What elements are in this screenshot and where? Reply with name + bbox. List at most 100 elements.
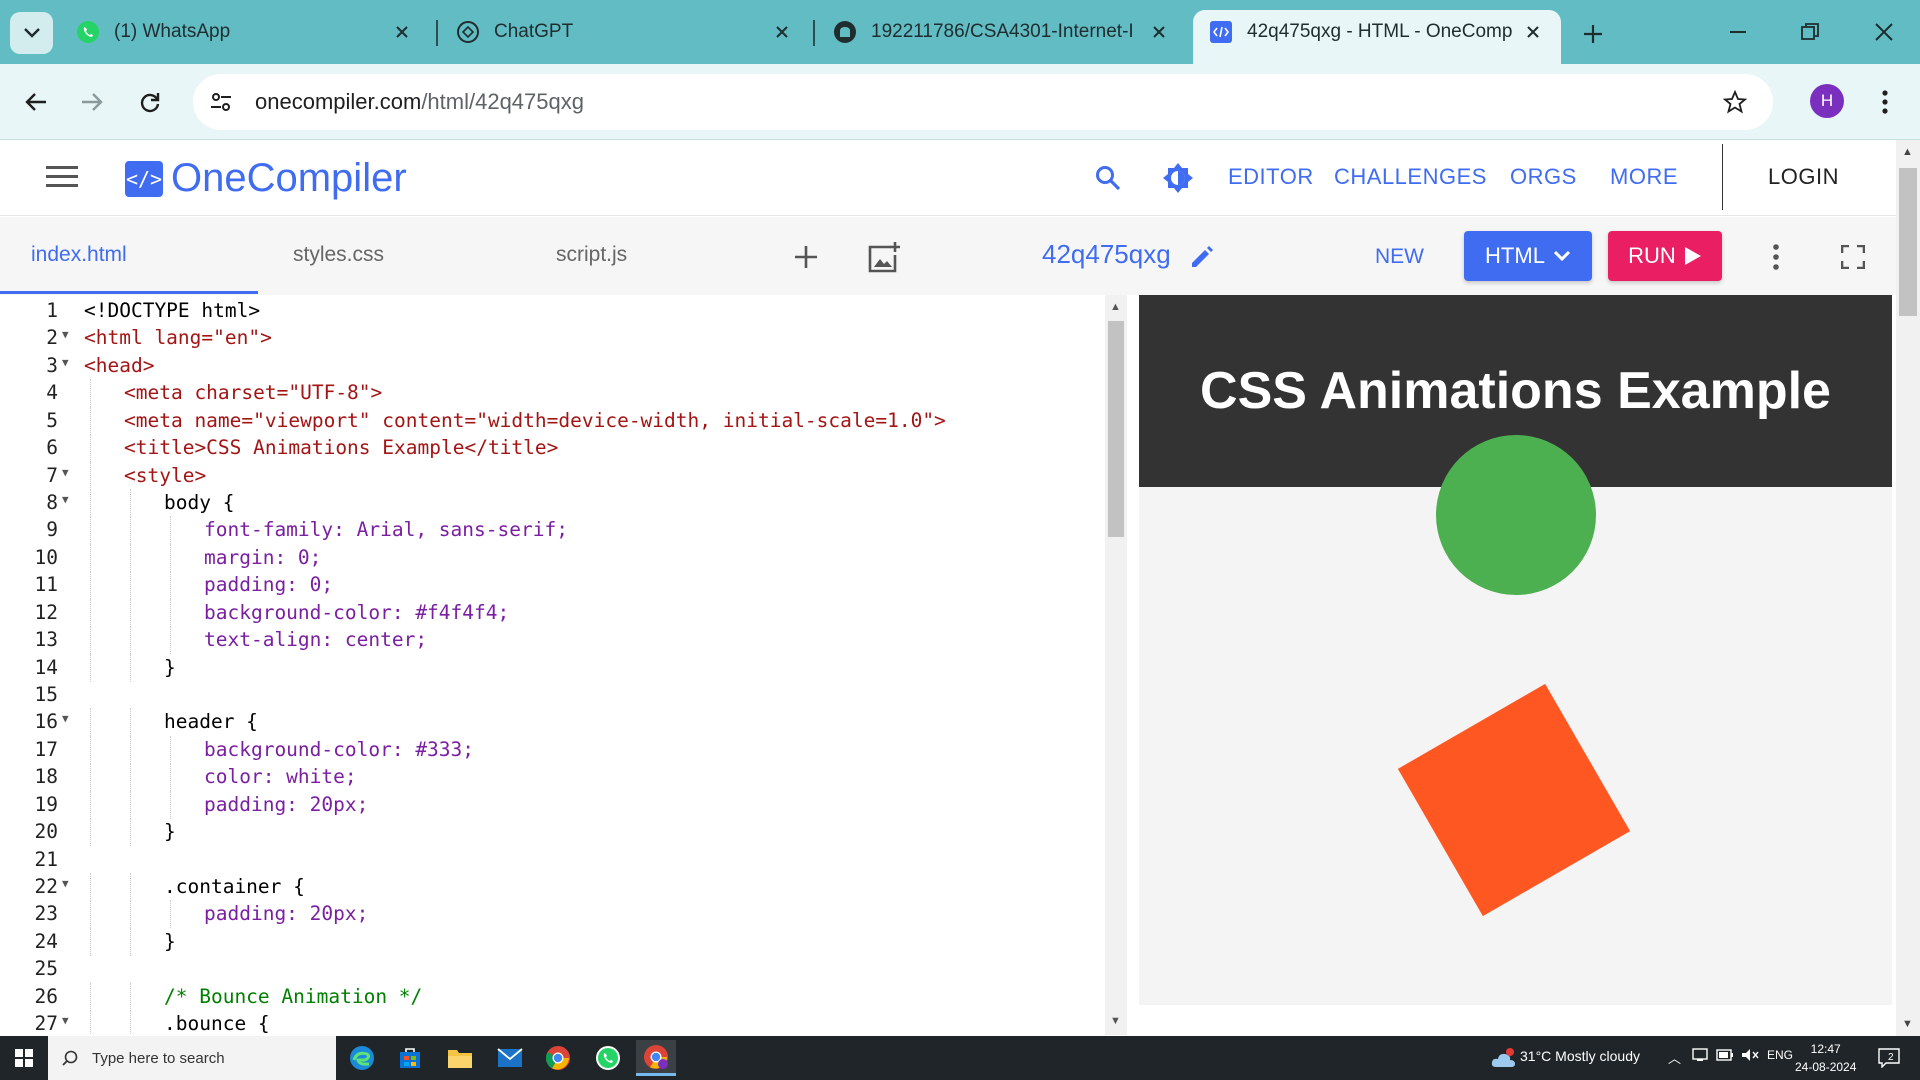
code-line[interactable]: 10 margin: 0; [0, 543, 1105, 573]
login-link[interactable]: LOGIN [1768, 164, 1839, 190]
back-button[interactable] [18, 84, 54, 120]
tray-overflow-icon[interactable]: ︿ [1668, 1048, 1681, 1067]
close-icon[interactable] [390, 20, 414, 44]
battery-icon[interactable] [1716, 1048, 1734, 1064]
code-editor[interactable]: 1 <!DOCTYPE html> 2 ▼ <html lang="en"> 3 ▼ <hea… [0, 295, 1105, 1035]
code-line[interactable]: 5 <meta name="viewport" content="width=de… [0, 406, 1105, 436]
site-settings-icon[interactable] [199, 80, 243, 124]
code-line[interactable]: 15 [0, 683, 1105, 710]
code-line[interactable]: 22 ▼ .container { [0, 873, 1105, 902]
code-line[interactable]: 8 ▼ body { [0, 489, 1105, 518]
editor-scroll-thumb[interactable] [1108, 321, 1124, 537]
close-icon[interactable] [1521, 20, 1545, 44]
input-language[interactable]: ENG [1767, 1048, 1793, 1062]
reload-button[interactable] [132, 84, 168, 120]
code-line[interactable]: 21 [0, 848, 1105, 875]
new-button[interactable]: NEW [1375, 245, 1424, 269]
restore-button[interactable] [1788, 12, 1832, 52]
taskbar-search[interactable]: Type here to search [48, 1036, 336, 1080]
profile-avatar[interactable]: H [1810, 84, 1844, 118]
new-tab-button[interactable] [1575, 16, 1611, 52]
browser-menu-icon[interactable] [1870, 84, 1900, 120]
scroll-up-arrow-icon[interactable]: ▲ [1902, 146, 1913, 158]
tab-onecompiler[interactable]: 42q475qxg - HTML - OneComp [1193, 10, 1561, 64]
page-scroll-thumb[interactable] [1899, 168, 1917, 316]
tab-search-button[interactable] [10, 12, 53, 54]
language-select-button[interactable]: HTML [1464, 231, 1592, 281]
weather-icon[interactable] [1484, 1040, 1524, 1076]
fullscreen-icon[interactable] [1835, 239, 1871, 275]
tab-chatgpt[interactable]: ChatGPT [440, 10, 810, 54]
more-options-icon[interactable] [1758, 239, 1794, 275]
nav-challenges[interactable]: CHALLENGES [1334, 164, 1487, 190]
close-icon[interactable] [1147, 20, 1171, 44]
code-line[interactable]: 16 ▼ header { [0, 708, 1105, 737]
code-line[interactable]: 2 ▼ <html lang="en"> [0, 326, 1105, 353]
weather-text[interactable]: 31°C Mostly cloudy [1520, 1048, 1640, 1064]
code-line[interactable]: 27 ▼ .bounce { [0, 1010, 1105, 1035]
search-icon[interactable] [1090, 160, 1126, 196]
network-icon[interactable] [1692, 1048, 1708, 1065]
code-line[interactable]: 17 background-color: #333; [0, 735, 1105, 765]
address-bar[interactable]: onecompiler.com/html/42q475qxg [193, 74, 1773, 130]
theme-toggle-icon[interactable] [1160, 160, 1196, 196]
code-line[interactable]: 3 ▼ <head> [0, 354, 1105, 381]
store-icon[interactable] [390, 1040, 430, 1076]
code-line[interactable]: 23 padding: 20px; [0, 900, 1105, 929]
hamburger-menu-icon[interactable] [46, 164, 82, 194]
add-file-icon[interactable] [788, 239, 824, 275]
close-window-button[interactable] [1862, 12, 1906, 52]
tab-github[interactable]: 192211786/CSA4301-Internet-I [817, 10, 1187, 54]
code-line[interactable]: 9 font-family: Arial, sans-serif; [0, 516, 1105, 545]
fold-arrow-icon[interactable]: ▼ [62, 712, 69, 725]
code-line[interactable]: 13 text-align: center; [0, 626, 1105, 655]
code-line[interactable]: 20} [0, 818, 1105, 847]
code-line[interactable]: 26 /* Bounce Animation */ [0, 982, 1105, 1012]
code-line[interactable]: 11 padding: 0; [0, 571, 1105, 600]
page-scrollbar[interactable]: ▲ ▼ [1896, 140, 1920, 1036]
nav-orgs[interactable]: ORGS [1510, 164, 1577, 190]
file-explorer-icon[interactable] [440, 1040, 480, 1076]
chrome-profile-icon[interactable] [636, 1040, 676, 1076]
code-line[interactable]: 7 ▼ <style> [0, 461, 1105, 491]
fold-arrow-icon[interactable]: ▼ [62, 1014, 69, 1027]
fold-arrow-icon[interactable]: ▼ [62, 356, 69, 369]
site-logo[interactable]: </> OneCompiler [125, 156, 407, 201]
mail-icon[interactable] [490, 1040, 530, 1076]
nav-more[interactable]: MORE [1610, 164, 1678, 190]
fold-arrow-icon[interactable]: ▼ [62, 466, 69, 479]
start-button[interactable] [0, 1036, 48, 1080]
fold-arrow-icon[interactable]: ▼ [62, 493, 69, 506]
forward-button[interactable] [74, 84, 110, 120]
code-line[interactable]: 4 <meta charset="UTF-8"> [0, 379, 1105, 408]
nav-editor[interactable]: EDITOR [1228, 164, 1314, 190]
code-line[interactable]: 18 color: white; [0, 763, 1105, 792]
fold-arrow-icon[interactable]: ▼ [62, 328, 69, 341]
close-icon[interactable] [770, 20, 794, 44]
add-image-icon[interactable] [866, 239, 902, 275]
code-line[interactable]: 12 background-color: #f4f4f4; [0, 598, 1105, 628]
edge-icon[interactable] [342, 1040, 382, 1076]
scroll-down-arrow-icon[interactable]: ▼ [1110, 1015, 1121, 1027]
notification-center-icon[interactable]: 2 [1876, 1046, 1902, 1070]
code-line[interactable]: 19 padding: 20px; [0, 790, 1105, 820]
edit-pencil-icon[interactable] [1184, 239, 1220, 275]
file-tab-script-js[interactable]: script.js [556, 243, 627, 267]
code-line[interactable]: 6 <title>CSS Animations Example</title> [0, 434, 1105, 463]
whatsapp-icon[interactable] [588, 1040, 628, 1076]
scroll-down-arrow-icon[interactable]: ▼ [1902, 1018, 1913, 1030]
editor-scrollbar[interactable]: ▲ ▼ [1105, 295, 1127, 1035]
fold-arrow-icon[interactable]: ▼ [62, 877, 69, 890]
code-line[interactable]: 24} [0, 927, 1105, 957]
run-button[interactable]: RUN [1608, 231, 1722, 281]
file-tab-index-html[interactable]: index.html [31, 243, 127, 267]
code-line[interactable]: 25 [0, 957, 1105, 984]
tab-whatsapp[interactable]: (1) WhatsApp [60, 10, 430, 54]
scroll-up-arrow-icon[interactable]: ▲ [1110, 301, 1121, 313]
clock[interactable]: 12:47 24-08-2024 [1795, 1040, 1856, 1076]
code-line[interactable]: 14} [0, 653, 1105, 683]
bookmark-star-icon[interactable] [1715, 82, 1755, 122]
minimize-button[interactable] [1716, 12, 1760, 52]
code-line[interactable]: 1 <!DOCTYPE html> [0, 299, 1105, 326]
volume-mute-icon[interactable] [1741, 1048, 1759, 1065]
